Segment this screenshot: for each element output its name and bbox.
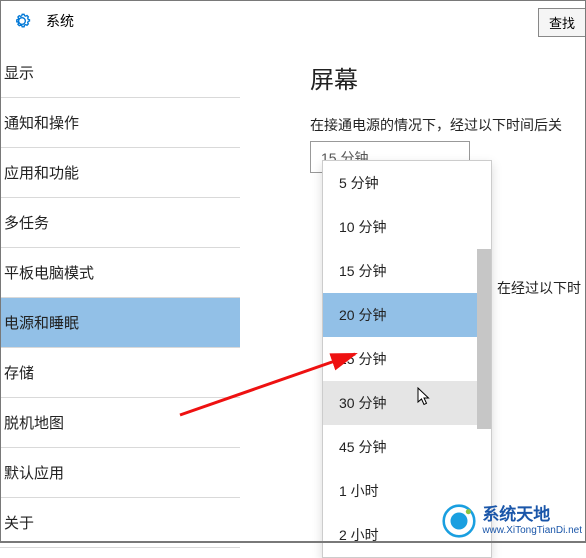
sidebar-item-notifications[interactable]: 通知和操作 xyxy=(0,98,240,148)
dropdown-option-15min[interactable]: 15 分钟 xyxy=(323,249,491,293)
watermark-title: 系统天地 xyxy=(482,505,582,525)
dropdown-option-20min[interactable]: 20 分钟 xyxy=(323,293,491,337)
watermark-icon xyxy=(442,504,476,538)
dropdown-option-10min[interactable]: 10 分钟 xyxy=(323,205,491,249)
sidebar-item-default-apps[interactable]: 默认应用 xyxy=(0,448,240,498)
dropdown-option-45min[interactable]: 45 分钟 xyxy=(323,425,491,469)
watermark-url: www.XiTongTianDi.net xyxy=(482,525,582,537)
sidebar-item-offline-maps[interactable]: 脱机地图 xyxy=(0,398,240,448)
gear-icon xyxy=(12,11,32,31)
dropdown-option-25min[interactable]: 25 分钟 xyxy=(323,337,491,381)
screen-timeout-dropdown: 5 分钟 10 分钟 15 分钟 20 分钟 25 分钟 30 分钟 45 分钟… xyxy=(322,160,492,558)
sidebar-item-display[interactable]: 显示 xyxy=(0,48,240,98)
sidebar-item-storage[interactable]: 存储 xyxy=(0,348,240,398)
dropdown-option-30min[interactable]: 30 分钟 xyxy=(323,381,491,425)
sidebar: 显示 通知和操作 应用和功能 多任务 平板电脑模式 电源和睡眠 存储 脱机地图 … xyxy=(0,42,240,542)
watermark: 系统天地 www.XiTongTianDi.net xyxy=(442,504,582,538)
header: 系统 查找 xyxy=(0,0,586,42)
dropdown-scrollbar[interactable] xyxy=(477,249,491,429)
dropdown-option-5min[interactable]: 5 分钟 xyxy=(323,161,491,205)
partial-text-right: 在经过以下时 xyxy=(497,278,581,298)
search-button[interactable]: 查找 xyxy=(538,8,586,37)
sidebar-item-apps[interactable]: 应用和功能 xyxy=(0,148,240,198)
sidebar-item-multitask[interactable]: 多任务 xyxy=(0,198,240,248)
section-title: 屏幕 xyxy=(310,60,586,95)
sidebar-item-about[interactable]: 关于 xyxy=(0,498,240,548)
page-title: 系统 xyxy=(46,11,74,31)
sidebar-item-power-sleep[interactable]: 电源和睡眠 xyxy=(0,298,240,348)
sidebar-item-tablet[interactable]: 平板电脑模式 xyxy=(0,248,240,298)
section-desc: 在接通电源的情况下，经过以下时间后关 xyxy=(310,115,586,135)
